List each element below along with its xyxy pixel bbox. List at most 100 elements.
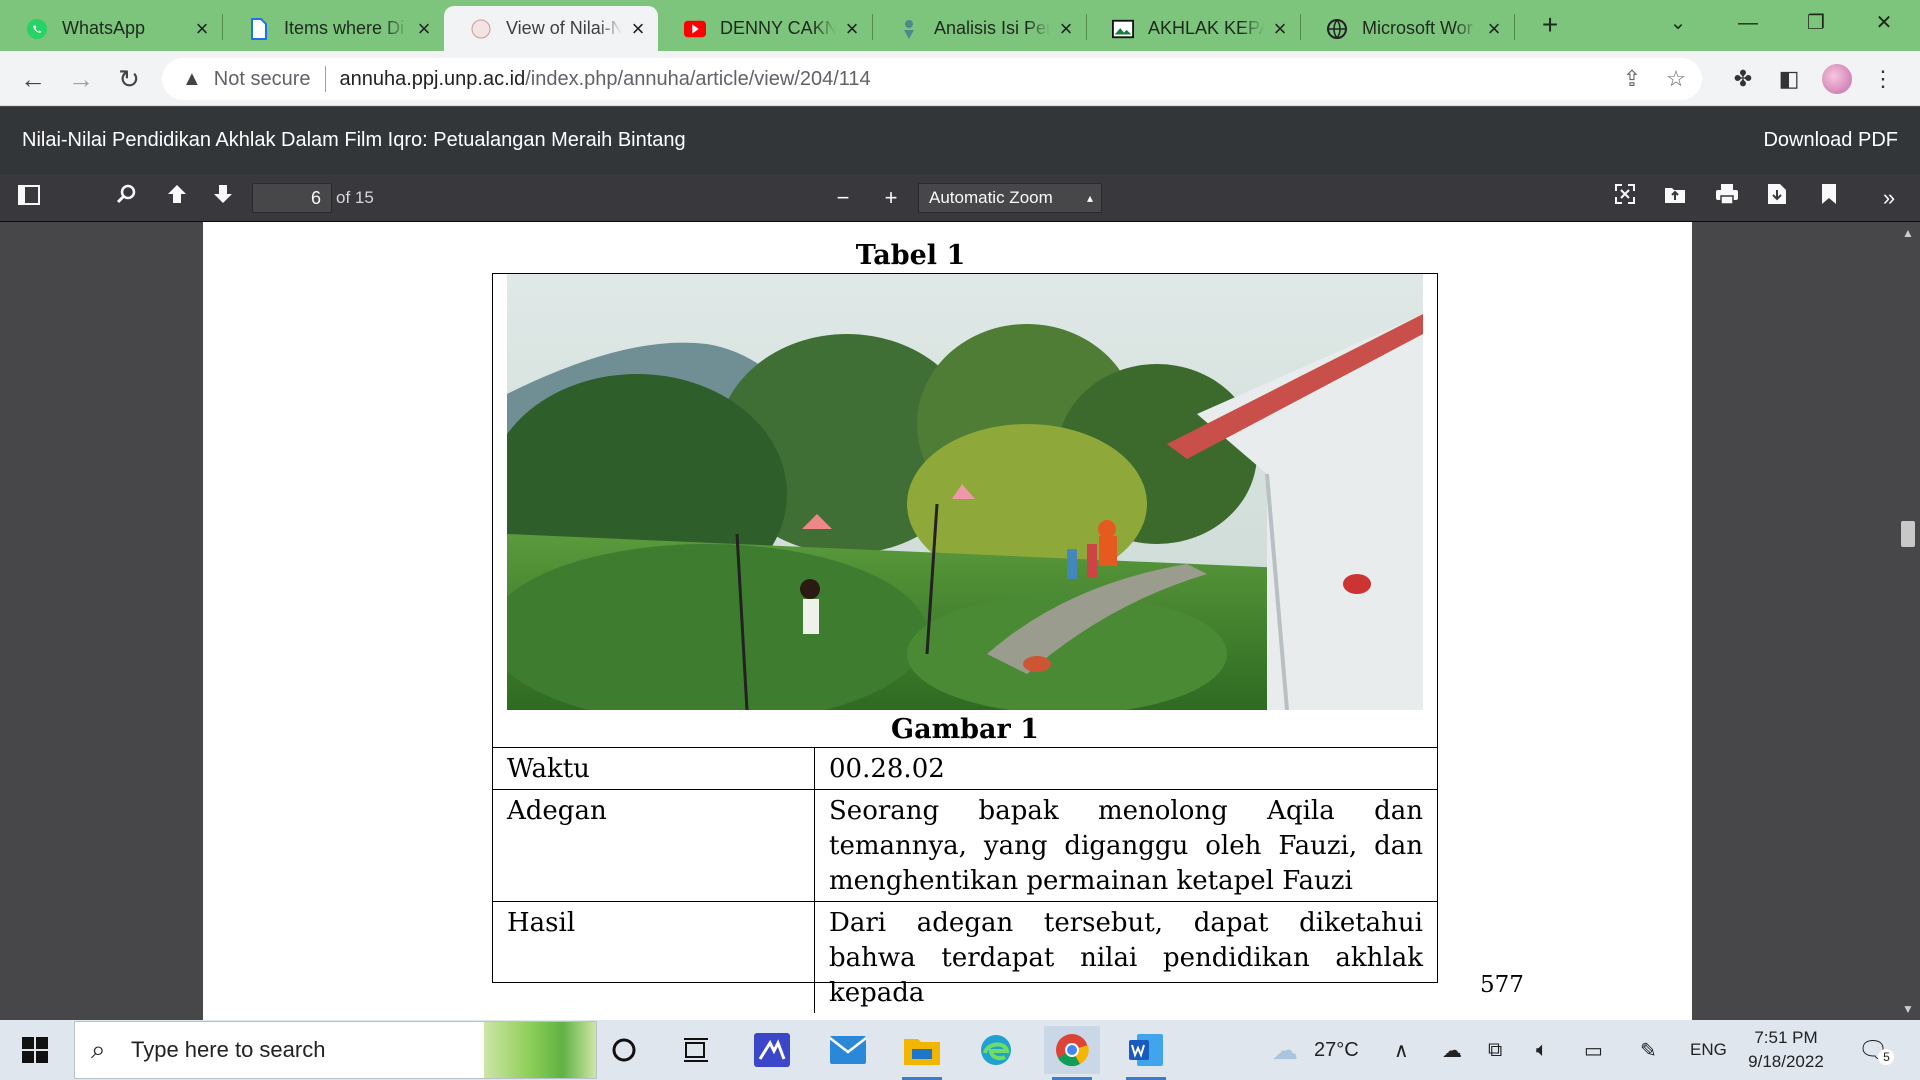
find-icon[interactable] [112,183,142,213]
close-icon[interactable]: × [414,17,434,39]
search-icon: ⌕ [91,1034,106,1064]
scrollbar[interactable]: ▲ ▼ [1896,222,1920,1020]
tab-items[interactable]: Items where Di × [222,6,444,51]
download-icon[interactable] [1762,183,1792,213]
file-explorer-icon[interactable] [894,1026,950,1080]
tab-whatsapp[interactable]: WhatsApp × [0,6,222,51]
presentation-mode-icon[interactable] [1610,183,1640,213]
tools-chevron-icon[interactable]: » [1874,183,1904,213]
search-placeholder: Type here to search [131,1037,326,1062]
start-button[interactable] [0,1020,70,1080]
weather-widget[interactable]: ☁ 27°C [1272,1020,1359,1080]
pen-icon[interactable]: ✎ [1640,1020,1657,1080]
back-button[interactable]: ← [16,62,50,96]
zoom-select[interactable]: Automatic Zoom ▴▾ [918,183,1102,233]
table-caption: Tabel 1 [855,240,966,271]
page-number-input[interactable]: 6 [252,183,332,213]
search-highlight-image [484,1022,596,1078]
sidebar-toggle-icon[interactable] [14,183,44,213]
close-icon[interactable]: × [1484,17,1504,39]
taskbar: ⌕ Type here to search ☁ 27°C ∧ ☁ ⧉ 🔈︎ ▭ … [0,1020,1920,1080]
scene-table: Waktu 00.28.02 Adegan Seorang bapak meno… [493,747,1437,1013]
restore-button[interactable]: ❐ [1798,8,1834,38]
globe-icon [1326,18,1348,40]
browser-toolbar: ← → ↻ ▲ Not secure annuha.ppj.unp.ac.id /… [0,51,1920,106]
close-icon[interactable]: × [628,17,648,39]
chrome-icon[interactable] [1044,1026,1100,1080]
mail-icon[interactable] [820,1026,876,1074]
onedrive-icon[interactable]: ☁ [1442,1020,1462,1080]
side-panel-icon[interactable]: ◧ [1772,62,1806,96]
edge-icon[interactable] [968,1026,1024,1074]
whatsapp-icon [26,18,48,40]
extensions-icon[interactable]: ✤ [1726,62,1760,96]
cortana-icon[interactable] [596,1026,652,1074]
tab-separator [1514,14,1515,40]
previous-page-icon[interactable] [162,183,192,213]
menu-icon[interactable]: ⋮ [1866,62,1900,96]
youtube-icon [684,18,706,40]
bookmark-icon[interactable] [1814,183,1844,213]
tab-denny-cakna[interactable]: DENNY CAKNA × [658,6,872,51]
tab-akhlak-kepada[interactable]: AKHLAK KEPAD × [1086,6,1300,51]
tab-microsoft-word[interactable]: Microsoft Wor × [1300,6,1514,51]
language-indicator[interactable]: ENG [1690,1020,1727,1080]
scholar-icon [898,18,920,40]
scroll-up-icon[interactable]: ▲ [1902,226,1914,240]
task-view-icon[interactable] [668,1026,724,1074]
table-row: Hasil Dari adegan tersebut, dapat diketa… [493,902,1437,1013]
close-icon[interactable]: × [842,17,862,39]
close-icon[interactable]: × [1056,17,1076,39]
word-icon[interactable] [1118,1026,1174,1080]
pdf-viewer[interactable]: Tabel 1 Gambar 1 Waktu 00.28.02 Adegan S… [0,222,1920,1020]
address-divider [324,66,326,92]
address-bar[interactable]: ▲ Not secure annuha.ppj.unp.ac.id/index.… [162,58,1702,100]
cloud-icon: ☁ [1272,1034,1298,1065]
close-icon[interactable]: × [1270,17,1290,39]
tab-analisis[interactable]: Analisis Isi Pen × [872,6,1086,51]
journal-icon [470,18,492,40]
forward-button[interactable]: → [64,62,98,96]
app-icon[interactable] [744,1026,800,1074]
minimize-button[interactable]: — [1730,8,1766,38]
new-tab-button[interactable]: + [1534,10,1566,42]
windows-icon [22,1037,48,1063]
scroll-down-icon[interactable]: ▼ [1902,1002,1914,1016]
page-count: of 15 [336,188,374,207]
clock-date: 9/18/2022 [1748,1052,1824,1071]
weather-temperature: 27°C [1314,1038,1359,1061]
profile-avatar[interactable] [1822,64,1852,94]
battery-icon[interactable]: ▭ [1584,1020,1603,1080]
star-icon[interactable]: ☆ [1658,58,1694,100]
pdf-header: Nilai-Nilai Pendidikan Akhlak Dalam Film… [0,107,1920,175]
open-file-icon[interactable] [1660,183,1690,213]
url-path: /index.php/annuha/article/view/204/114 [525,67,871,90]
close-window-button[interactable]: ✕ [1866,8,1902,38]
page-number: 577 [1480,972,1524,998]
warning-icon: ▲ [182,67,202,90]
zoom-select-label: Automatic Zoom [929,188,1053,207]
next-page-icon[interactable] [208,183,238,213]
scrollbar-thumb[interactable] [1901,521,1915,547]
pdf-toolbar: 6 of 15 − + Automatic Zoom ▴▾ » [0,175,1920,233]
reload-button[interactable]: ↻ [112,62,146,96]
table-1: Gambar 1 Waktu 00.28.02 Adegan Seorang b… [492,273,1438,1013]
zoom-out-icon[interactable]: − [828,183,858,213]
clock[interactable]: 7:51 PM 9/18/2022 [1736,1026,1836,1074]
row-value: Seorang bapak menolong Aqila dan temanny… [829,796,1423,896]
zoom-in-icon[interactable]: + [876,183,906,213]
tab-search-chevron-icon[interactable]: ⌄ [1660,8,1696,38]
print-icon[interactable] [1712,183,1742,213]
tab-strip: WhatsApp × Items where Di × View of Nila… [0,0,1920,51]
share-icon[interactable]: ⇪ [1614,58,1650,100]
tab-view-of-nilai[interactable]: View of Nilai-N × [444,6,658,51]
row-value: 00.28.02 [829,754,945,784]
download-pdf-link[interactable]: Download PDF [1763,129,1898,152]
notifications-icon[interactable]: 🗨︎ 5 [1858,1020,1895,1080]
display-icon[interactable]: ⧉ [1488,1020,1502,1080]
volume-icon[interactable]: 🔈︎ [1536,1020,1548,1080]
security-label[interactable]: Not secure [214,68,311,91]
taskbar-search[interactable]: ⌕ Type here to search [74,1021,597,1079]
close-icon[interactable]: × [192,17,212,39]
show-hidden-icons-icon[interactable]: ∧ [1394,1020,1409,1080]
